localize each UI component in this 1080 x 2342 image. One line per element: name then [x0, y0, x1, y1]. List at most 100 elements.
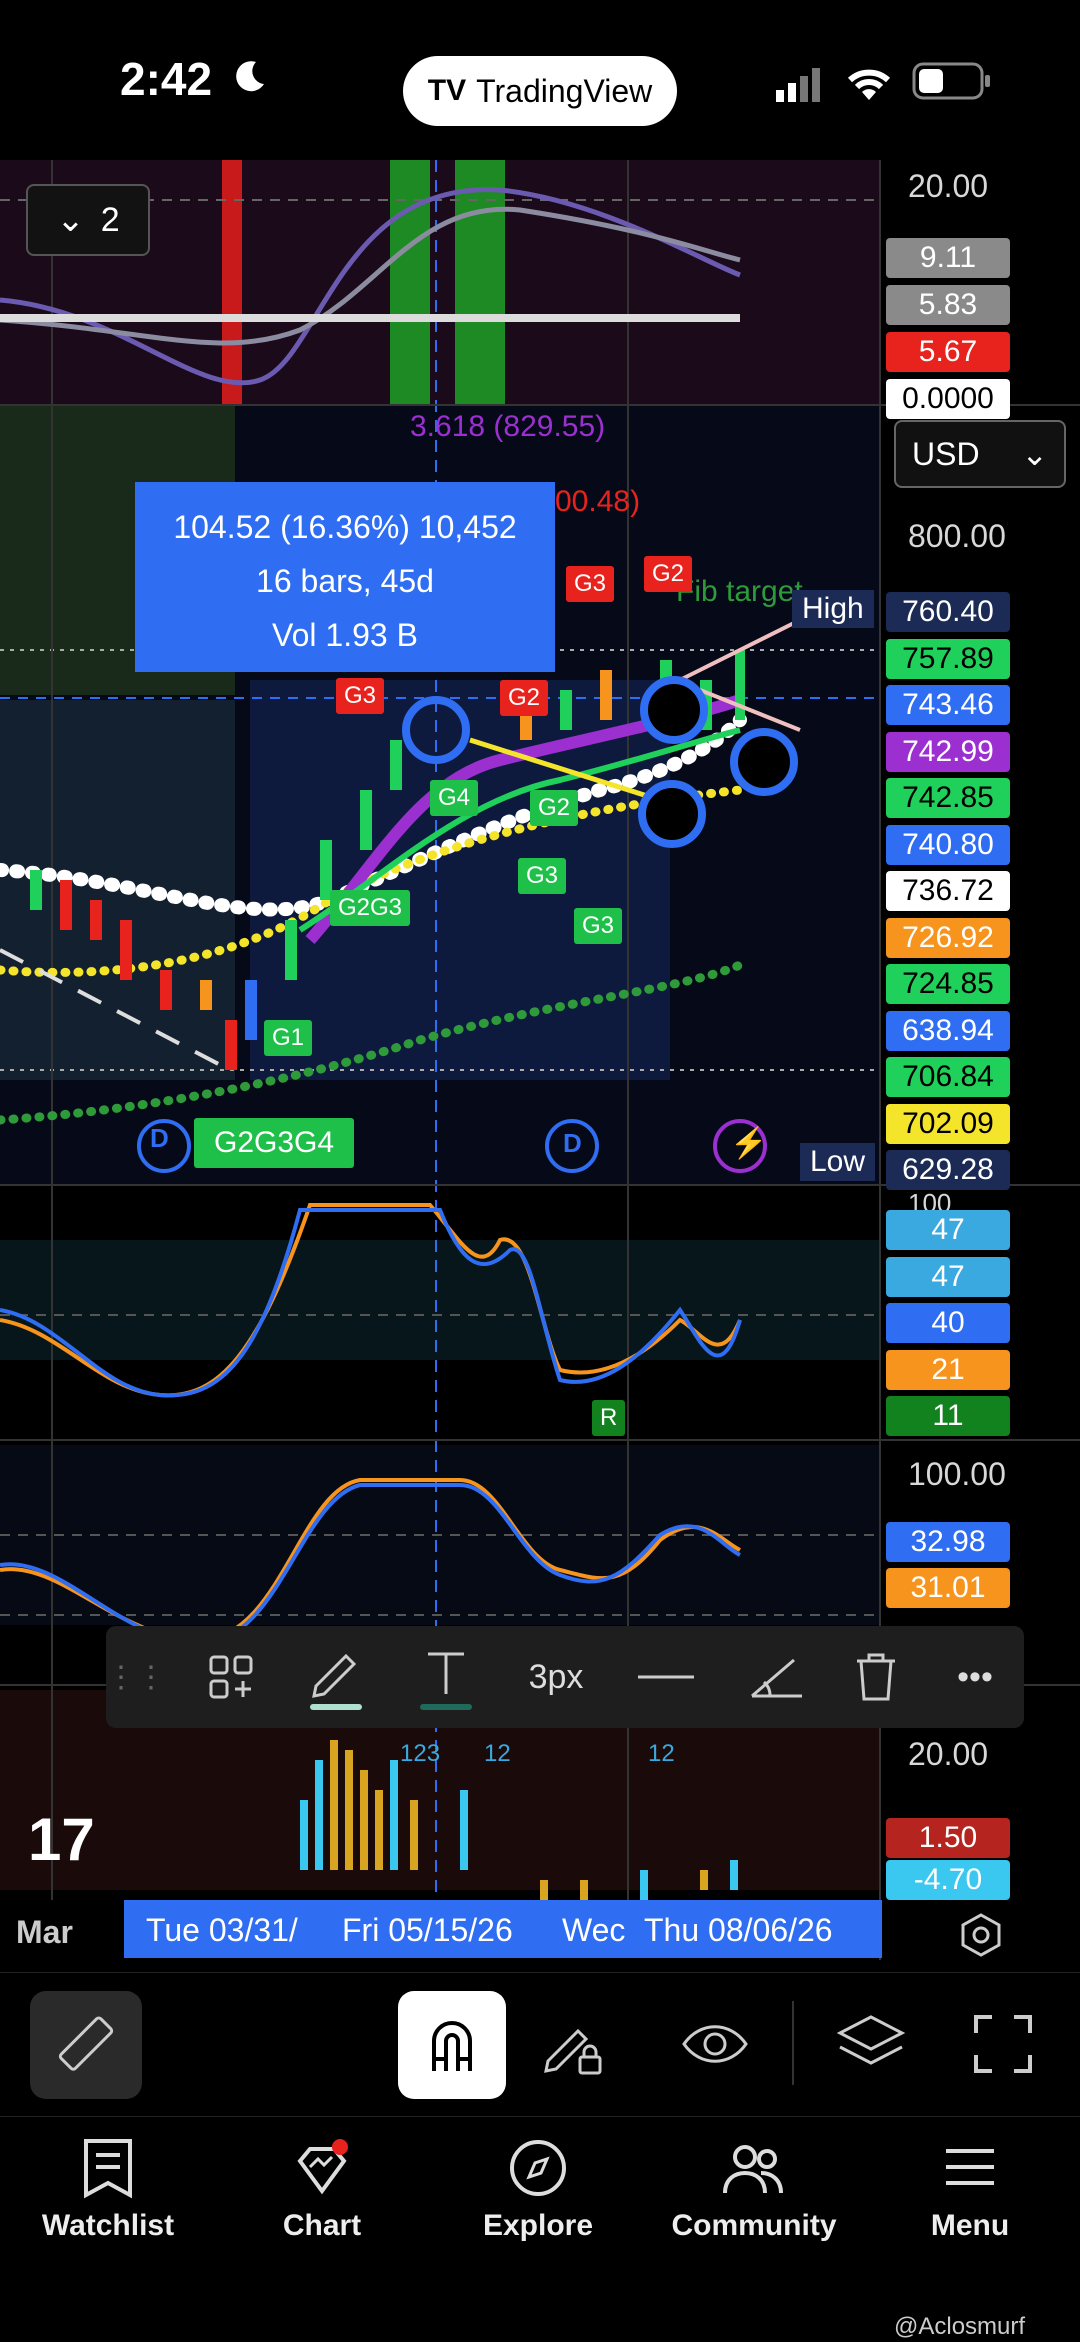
- compass-icon: [510, 2140, 566, 2196]
- fullscreen-icon[interactable]: [972, 2013, 1034, 2080]
- chart-icon: [297, 2139, 348, 2195]
- ruler-button[interactable]: [30, 1991, 142, 2099]
- measure-line-2: 16 bars, 45d: [256, 563, 434, 599]
- signal-badge: G1: [264, 1020, 313, 1056]
- price-tag: 740.80: [886, 824, 1010, 865]
- price-tag: 742.99: [886, 731, 1010, 772]
- price-tag: 743.46: [886, 685, 1010, 725]
- nav-label: Chart: [282, 2209, 362, 2242]
- time-label-3: Wec: [562, 1912, 626, 1948]
- price-tag: 742.85: [886, 778, 1010, 818]
- chart-tools-bar: [0, 1972, 1080, 2113]
- signal-badge: G3: [566, 566, 615, 602]
- nav-chart[interactable]: Chart: [222, 2137, 422, 2243]
- watchlist-icon: [84, 2139, 132, 2199]
- time-label-4: Thu 08/06/26: [644, 1912, 833, 1948]
- ruler-icon: [58, 2016, 114, 2071]
- line-style-icon[interactable]: [616, 1626, 716, 1728]
- nav-label: Community: [671, 2209, 837, 2242]
- measure-line-1: 104.52 (16.36%) 10,452: [173, 509, 517, 545]
- wifi-icon: [847, 69, 891, 100]
- signal-badge: G2G3: [330, 890, 411, 926]
- indicator-collapse-button[interactable]: ⌄ 2: [26, 184, 150, 256]
- oscillator-value-tag: 21: [886, 1349, 1010, 1390]
- drag-handle-icon[interactable]: ⋮⋮: [106, 1626, 166, 1728]
- lock-drawing-icon[interactable]: [540, 2013, 606, 2084]
- moon-icon: [236, 61, 264, 92]
- more-options-icon[interactable]: •••: [926, 1626, 1024, 1728]
- volume-number: 12: [484, 1740, 511, 1767]
- magnet-button[interactable]: [398, 1991, 506, 2099]
- price-tag: 638.94: [886, 1010, 1010, 1051]
- measure-line-3: Vol 1.93 B: [272, 617, 418, 653]
- nav-explore[interactable]: Explore: [438, 2137, 638, 2243]
- chevron-down-icon: ⌄: [1021, 436, 1048, 472]
- dividend-marker-icon[interactable]: D: [563, 1128, 582, 1159]
- currency-value: USD: [912, 435, 980, 472]
- signal-badge: G4: [430, 780, 479, 816]
- oscillator-value-tag: 11: [886, 1396, 1010, 1436]
- indicator-value-tag: 0.0000: [886, 379, 1010, 419]
- signal-badge: R: [592, 1400, 626, 1436]
- low-label: Low: [800, 1143, 876, 1181]
- price-tag: 724.85: [886, 964, 1010, 1004]
- oscillator2-value-tag: 31.01: [886, 1568, 1010, 1608]
- nav-community[interactable]: Community: [654, 2137, 854, 2243]
- status-time: 2:42: [120, 53, 213, 105]
- price-tag: 726.92: [886, 917, 1010, 958]
- volume-number: 123: [400, 1740, 441, 1767]
- battery-icon: [912, 62, 990, 100]
- text-tool-icon[interactable]: [396, 1626, 496, 1728]
- nav-label: Menu: [930, 2209, 1010, 2242]
- signal-badge: G3: [518, 858, 567, 894]
- app-pill[interactable]: TV TradingView: [403, 56, 677, 126]
- chevron-down-icon: ⌄: [56, 201, 85, 239]
- lightning-icon[interactable]: ⚡: [730, 1126, 767, 1161]
- trash-icon[interactable]: [826, 1626, 926, 1728]
- high-label: High: [792, 590, 874, 628]
- time-range-highlight[interactable]: Tue 03/31/ Fri 05/15/26 Wec Thu 08/06/26: [124, 1900, 882, 1958]
- axis-volume-20: 20.00: [908, 1736, 989, 1772]
- oscillator2-value-tag: 32.98: [886, 1522, 1010, 1562]
- price-tag: 629.28: [886, 1150, 1010, 1190]
- stroke-width-button[interactable]: 3px: [506, 1626, 606, 1728]
- nav-watchlist[interactable]: Watchlist: [8, 2137, 208, 2243]
- fib-level-partial: 00.48): [555, 485, 641, 518]
- add-to-favorites-icon[interactable]: [186, 1626, 276, 1728]
- drawing-toolbar: ⋮⋮ 3px •••: [106, 1626, 1024, 1728]
- angle-icon[interactable]: [726, 1626, 826, 1728]
- axis-osc2-100: 100.00: [908, 1456, 1006, 1492]
- settings-hexagon-icon[interactable]: [958, 1912, 1004, 1958]
- price-tag: 702.09: [886, 1103, 1010, 1144]
- watermark-text: @Aclosmurf: [894, 2313, 1026, 2340]
- currency-select[interactable]: USD ⌄: [894, 420, 1066, 488]
- oscillator-value-tag: 47: [886, 1210, 1010, 1250]
- signal-badge: G3: [574, 908, 623, 944]
- community-icon: [723, 2145, 783, 2194]
- indicator-value-tag: 9.11: [886, 238, 1010, 278]
- menu-icon: [946, 2149, 994, 2185]
- signal-badge: G3: [336, 678, 385, 714]
- nav-label: Watchlist: [41, 2209, 175, 2242]
- price-tag: 760.40: [886, 592, 1010, 632]
- time-label-2: Fri 05/15/26: [342, 1912, 513, 1948]
- layers-icon[interactable]: [836, 2013, 906, 2080]
- fib-level-label: 3.618 (829.55): [410, 410, 606, 443]
- oscillator-value-tag: 47: [886, 1256, 1010, 1297]
- volume-number: 12: [648, 1740, 675, 1767]
- nav-label: Explore: [482, 2209, 594, 2242]
- divider: [792, 2001, 794, 2085]
- volume-value-tag: -4.70: [886, 1860, 1010, 1900]
- pencil-color-icon[interactable]: [286, 1626, 386, 1728]
- oscillator-value-tag: 40: [886, 1303, 1010, 1343]
- signal-badge: G2: [644, 556, 693, 592]
- dividend-marker-icon[interactable]: D: [150, 1123, 169, 1154]
- axis-price-800: 800.00: [908, 518, 1006, 554]
- measure-tooltip: 104.52 (16.36%) 10,452 16 bars, 45d Vol …: [135, 482, 555, 672]
- signal-badge: G2: [530, 790, 579, 826]
- bottom-navigation: Watchlist Chart Explore Community Menu @…: [0, 2116, 1080, 2342]
- nav-menu[interactable]: Menu: [870, 2137, 1070, 2243]
- price-tag: 736.72: [886, 871, 1010, 911]
- price-tag: 706.84: [886, 1057, 1010, 1097]
- eye-icon[interactable]: [680, 2017, 750, 2076]
